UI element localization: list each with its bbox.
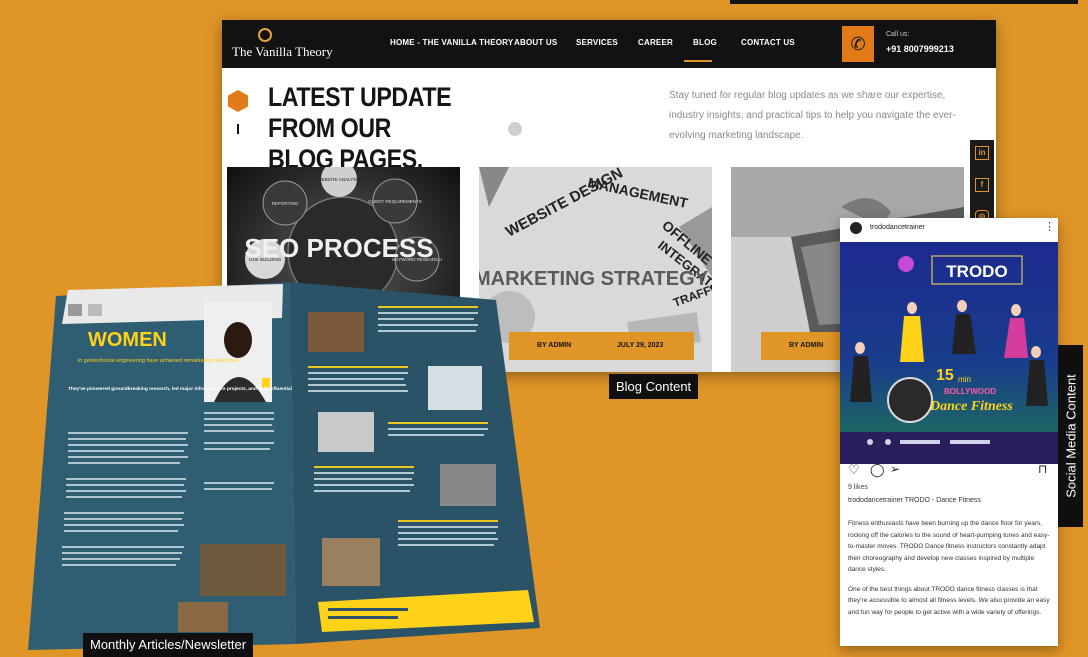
ig-paragraph-1: Fitness enthusiasts have been burning up… xyxy=(848,520,1050,573)
nav-contact[interactable]: CONTACT US xyxy=(741,38,795,47)
share-icon[interactable]: ➢ xyxy=(890,462,900,476)
ig-likes[interactable]: 9 likes xyxy=(848,484,868,491)
nav-career[interactable]: CAREER xyxy=(638,38,673,47)
nav-active-indicator xyxy=(684,60,712,62)
nav-about[interactable]: ABOUT US xyxy=(514,38,557,47)
ig-paragraph-2: One of the best things about TRODO dance… xyxy=(848,585,1050,616)
seo-text: SEO PROCESS xyxy=(244,233,433,263)
nav-home[interactable]: HOME - THE VANILLA THEORY xyxy=(390,38,513,47)
magazine-spread: WOMEN in geotechnical engineering have a… xyxy=(28,282,540,650)
nav-blog[interactable]: BLOG xyxy=(693,38,717,47)
hexagon-icon xyxy=(228,90,248,112)
ig-body-text: Fitness enthusiasts have been burning up… xyxy=(848,518,1052,626)
top-dark-strip xyxy=(730,0,1078,4)
hero-description: Stay tuned for regular blog updates as w… xyxy=(669,90,956,141)
call-label: Call us: xyxy=(886,31,910,38)
more-options-icon[interactable]: ⋮ xyxy=(1044,220,1055,233)
monthly-articles-label: Monthly Articles/Newsletter xyxy=(83,633,254,657)
social-media-label-box: Social Media Content xyxy=(1058,345,1083,527)
badge-number: 15 xyxy=(936,367,954,384)
trodo-poster[interactable]: TRODO 15 min BOLLYWOOD Dance Fitness xyxy=(840,242,1058,464)
call-number[interactable]: +91 8007999213 xyxy=(886,44,954,54)
instagram-post: trododancetrainer ⋮ TRODO 15 min BOLLYWO… xyxy=(840,218,1058,646)
bubble-label: WEBSITE ANALYSIS xyxy=(318,177,361,182)
poster-brand: TRODO xyxy=(946,262,1007,281)
post-author[interactable]: BY ADMIN xyxy=(789,342,823,349)
post-date: JULY 29, 2023 xyxy=(617,342,664,349)
page-title-line-1: LATEST UPDATE FROM OUR xyxy=(268,82,452,143)
bubble-label: CLIENT REQUIREMENTS xyxy=(368,199,421,204)
bubble-label: REPORTING xyxy=(272,201,299,206)
bookmark-icon[interactable]: ⊓ xyxy=(1038,462,1047,476)
ig-caption: trododancetrainer TRODO - Dance Fitness xyxy=(848,497,981,504)
badge-title: Dance Fitness xyxy=(929,399,1013,414)
decorative-dot xyxy=(508,122,522,136)
magazine-lead: They've pioneered groundbreaking researc… xyxy=(68,386,330,392)
nav-services[interactable]: SERVICES xyxy=(576,38,618,47)
linkedin-icon[interactable]: in xyxy=(975,146,989,160)
facebook-icon[interactable]: f xyxy=(975,178,989,192)
avatar[interactable] xyxy=(850,222,862,234)
comment-icon[interactable]: ◯ xyxy=(870,462,885,478)
ig-action-bar: ♡ ◯ ➢ ⊓ xyxy=(848,462,1052,480)
badge-unit: min xyxy=(958,375,971,384)
magazine-headline: WOMEN xyxy=(88,329,167,351)
phone-icon[interactable]: ✆ xyxy=(842,26,874,62)
badge-line: BOLLYWOOD xyxy=(944,387,996,396)
page-title: LATEST UPDATE FROM OUR BLOG PAGES. xyxy=(268,82,500,175)
logo-text: The Vanilla Theory xyxy=(232,44,333,59)
heart-icon[interactable]: ♡ xyxy=(848,462,860,478)
site-navbar: The Vanilla Theory HOME - THE VANILLA TH… xyxy=(222,20,996,68)
magazine-subheadline: in geotechnical engineering have achieve… xyxy=(78,358,239,364)
bulb-icon xyxy=(258,28,272,42)
divider xyxy=(237,124,239,134)
ig-username[interactable]: trododancetrainer xyxy=(870,224,925,231)
social-media-label: Social Media Content xyxy=(1063,374,1078,498)
blog-content-label: Blog Content xyxy=(609,374,699,399)
site-logo[interactable]: The Vanilla Theory xyxy=(232,28,342,62)
